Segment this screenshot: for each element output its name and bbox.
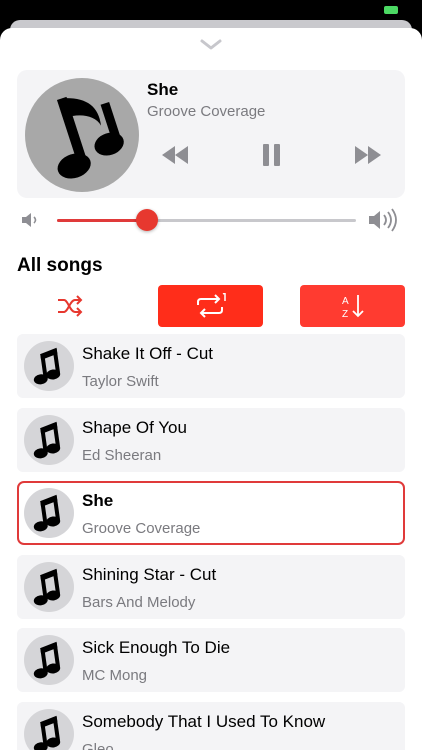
sort-az-icon: A Z	[342, 295, 364, 320]
music-note-icon	[24, 347, 74, 395]
volume-slider-fill	[57, 219, 147, 222]
previous-track-button[interactable]	[159, 140, 191, 170]
song-title: Shining Star - Cut	[82, 564, 217, 584]
chevron-down-icon[interactable]	[199, 38, 223, 52]
shuffle-icon	[57, 295, 82, 317]
music-note-icon	[24, 421, 74, 469]
song-title: Somebody That I Used To Know	[82, 711, 326, 731]
song-artist: MC Mong	[82, 667, 148, 684]
song-artwork	[24, 341, 74, 391]
song-title: Shape Of You	[82, 417, 187, 437]
section-title: All songs	[17, 255, 103, 276]
song-artist: Ed Sheeran	[82, 446, 162, 464]
next-track-button[interactable]	[352, 140, 384, 170]
song-artist: Groove Coverage	[82, 520, 201, 537]
music-note-icon	[24, 641, 74, 689]
status-bar	[0, 0, 422, 20]
volume-slider-thumb[interactable]	[135, 209, 158, 231]
sort-label-z: Z	[342, 309, 348, 320]
volume-row	[0, 200, 422, 240]
song-title: Sick Enough To Die	[82, 638, 231, 657]
pause-button[interactable]	[255, 140, 287, 170]
sort-label-a: A	[342, 296, 349, 307]
album-artwork	[25, 78, 139, 192]
sort-az-button[interactable]: A Z	[300, 285, 405, 327]
song-row[interactable]: Shape Of You Ed Sheeran	[17, 407, 405, 472]
song-artist: Gleo	[82, 740, 114, 750]
song-artwork	[24, 708, 74, 750]
now-playing-card: She Groove Coverage	[17, 70, 405, 198]
repeat-one-icon	[196, 293, 226, 318]
music-note-icon	[56, 96, 124, 179]
song-row[interactable]: Sick Enough To Die MC Mong	[17, 628, 405, 692]
song-artist: Bars And Melody	[82, 593, 196, 611]
song-title: Shake It Off - Cut	[82, 344, 214, 363]
repeat-one-button[interactable]	[158, 285, 263, 327]
battery-icon	[384, 6, 398, 14]
song-artwork	[24, 561, 74, 612]
now-playing-artist: Groove Coverage	[147, 103, 266, 120]
song-row[interactable]: Shining Star - Cut Bars And Melody	[17, 554, 405, 619]
music-note-icon	[24, 568, 74, 616]
song-artwork	[24, 488, 74, 538]
song-row[interactable]: Somebody That I Used To Know Gleo	[17, 701, 405, 750]
volume-low-icon	[22, 213, 37, 227]
music-note-icon	[24, 494, 74, 542]
song-artwork	[24, 414, 74, 465]
song-title: She	[82, 491, 114, 510]
shuffle-button[interactable]	[17, 285, 122, 327]
song-row[interactable]: She Groove Coverage	[17, 481, 405, 545]
playback-toolbar: A Z	[17, 285, 405, 327]
song-artwork	[24, 635, 74, 685]
volume-high-icon	[369, 208, 397, 232]
music-note-icon	[24, 715, 74, 750]
volume-slider-track[interactable]	[57, 219, 356, 222]
player-sheet: She Groove Coverage All songs A Z Shake …	[0, 28, 422, 750]
song-row[interactable]: Shake It Off - Cut Taylor Swift	[17, 334, 405, 398]
song-artist: Taylor Swift	[82, 373, 159, 390]
now-playing-title: She	[147, 80, 179, 99]
